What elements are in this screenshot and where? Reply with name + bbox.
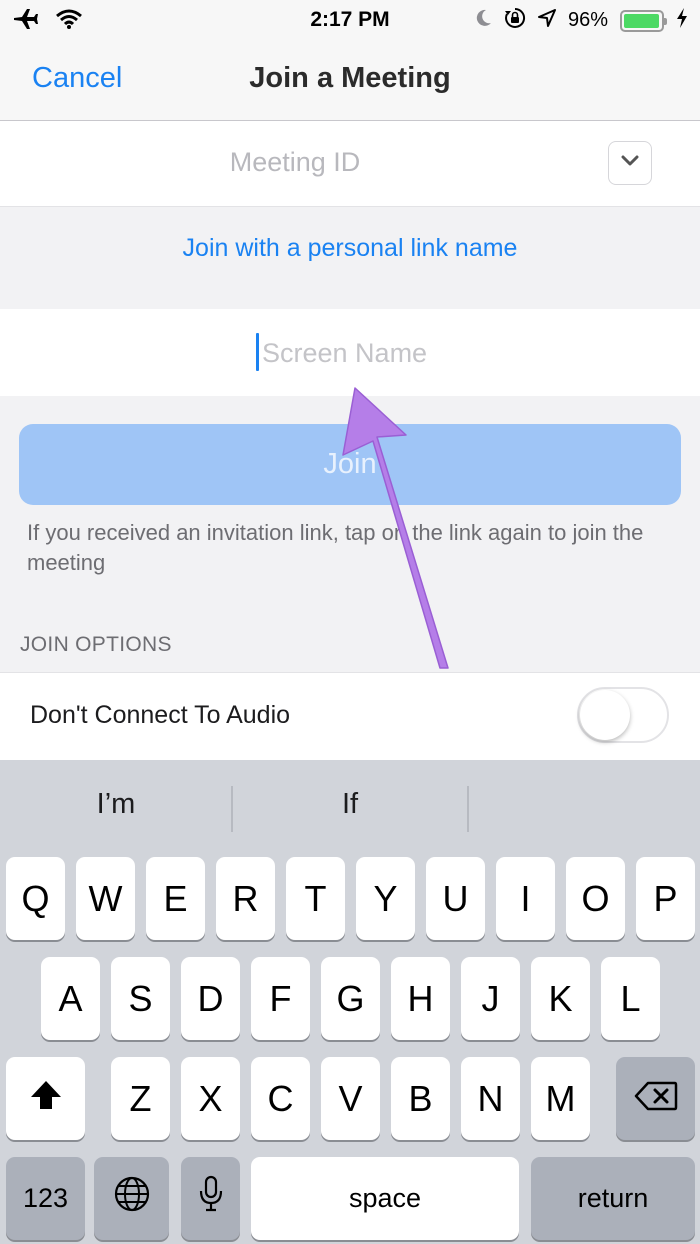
meeting-id-placeholder: Meeting ID: [229, 147, 361, 177]
personal-link-section: Join with a personal link name: [0, 208, 700, 308]
key-y[interactable]: Y: [356, 857, 415, 940]
key-u[interactable]: U: [426, 857, 485, 940]
dont-connect-audio-row: Don't Connect To Audio: [0, 672, 700, 760]
key-m[interactable]: M: [531, 1057, 590, 1140]
key-x[interactable]: X: [181, 1057, 240, 1140]
dont-connect-audio-label: Don't Connect To Audio: [30, 701, 291, 729]
key-o[interactable]: O: [566, 857, 625, 940]
numbers-key[interactable]: 123: [6, 1157, 85, 1240]
key-r[interactable]: R: [216, 857, 275, 940]
orientation-lock-icon: [504, 7, 526, 34]
backspace-icon: [634, 1078, 678, 1120]
screen-name-field[interactable]: Screen Name: [0, 309, 700, 396]
globe-key[interactable]: [94, 1157, 169, 1240]
status-bar: 2:17 PM 96%: [0, 0, 700, 40]
nav-bar: Cancel Join a Meeting: [0, 40, 700, 121]
invitation-hint: If you received an invitation link, tap …: [27, 520, 644, 575]
screen-name-placeholder: Screen Name: [262, 338, 428, 368]
predictive-bar: I’m If: [0, 760, 700, 848]
key-s[interactable]: S: [111, 957, 170, 1040]
key-a[interactable]: A: [41, 957, 100, 1040]
key-p[interactable]: P: [636, 857, 695, 940]
battery-fill: [624, 13, 659, 28]
key-g[interactable]: G: [321, 957, 380, 1040]
key-f[interactable]: F: [251, 957, 310, 1040]
key-n[interactable]: N: [461, 1057, 520, 1140]
shift-key[interactable]: [6, 1057, 85, 1140]
return-key[interactable]: return: [531, 1157, 695, 1240]
key-w[interactable]: W: [76, 857, 135, 940]
meeting-history-dropdown-button[interactable]: [608, 141, 652, 185]
join-options-header: JOIN OPTIONS: [20, 633, 172, 656]
join-button-label: Join: [323, 448, 377, 480]
battery-percent: 96%: [567, 9, 608, 31]
page-title: Join a Meeting: [249, 62, 451, 94]
key-c[interactable]: C: [251, 1057, 310, 1140]
status-right: 96%: [476, 7, 688, 34]
key-q[interactable]: Q: [6, 857, 65, 940]
charging-icon: [676, 8, 688, 33]
toggle-knob: [580, 690, 630, 740]
join-button[interactable]: Join: [19, 424, 681, 505]
chevron-down-icon: [621, 154, 639, 172]
suggestion-2[interactable]: If: [232, 788, 468, 821]
microphone-icon: [198, 1175, 224, 1222]
meeting-id-field[interactable]: Meeting ID: [0, 121, 700, 207]
key-v[interactable]: V: [321, 1057, 380, 1140]
shift-icon: [29, 1078, 63, 1120]
text-cursor: [256, 333, 259, 371]
moon-icon: [476, 9, 492, 32]
backspace-key[interactable]: [616, 1057, 695, 1140]
key-k[interactable]: K: [531, 957, 590, 1040]
key-l[interactable]: L: [601, 957, 660, 1040]
key-z[interactable]: Z: [111, 1057, 170, 1140]
key-i[interactable]: I: [496, 857, 555, 940]
key-d[interactable]: D: [181, 957, 240, 1040]
dictation-key[interactable]: [181, 1157, 240, 1240]
space-key[interactable]: space: [251, 1157, 519, 1240]
suggestion-1[interactable]: I’m: [0, 788, 232, 821]
battery-icon: [620, 9, 667, 32]
location-icon: [537, 9, 556, 32]
join-personal-link-button[interactable]: Join with a personal link name: [0, 234, 700, 263]
keyboard: I’m If Q W E R T Y U I O P A S D F G H J…: [0, 760, 700, 1244]
key-e[interactable]: E: [146, 857, 205, 940]
key-t[interactable]: T: [286, 857, 345, 940]
dont-connect-audio-toggle[interactable]: [577, 687, 669, 743]
key-j[interactable]: J: [461, 957, 520, 1040]
key-h[interactable]: H: [391, 957, 450, 1040]
suggestion-divider: [467, 786, 469, 832]
globe-icon: [113, 1175, 151, 1222]
key-b[interactable]: B: [391, 1057, 450, 1140]
